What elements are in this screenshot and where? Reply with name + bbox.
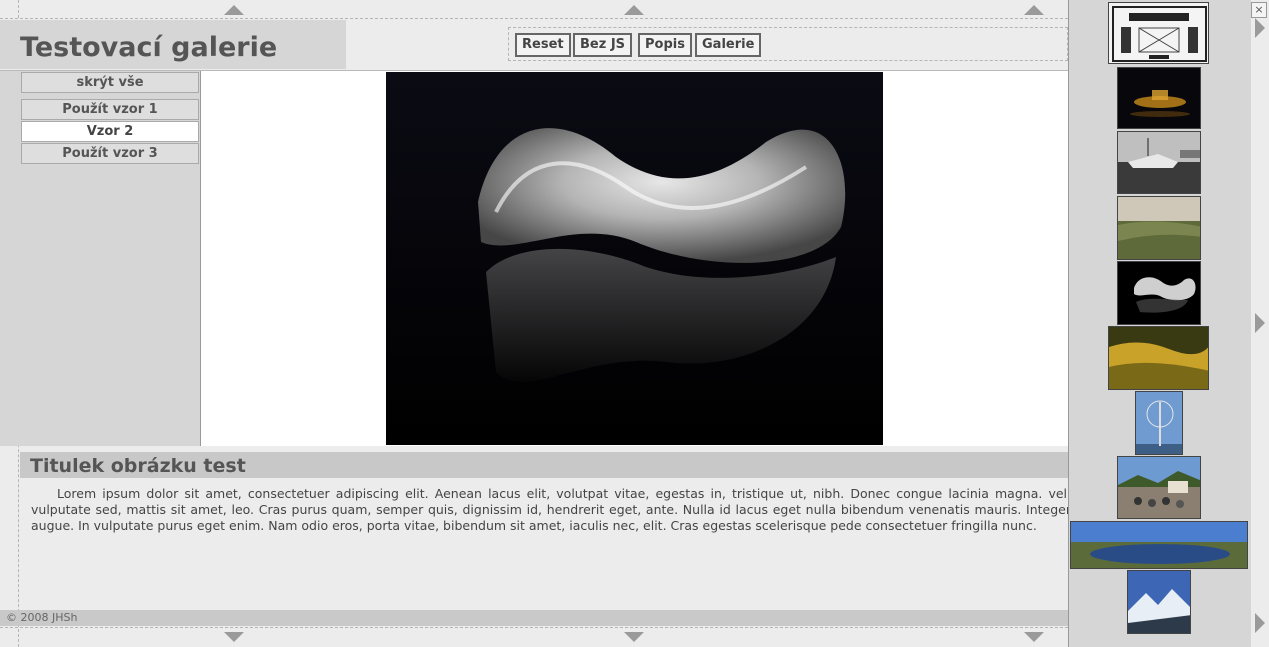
- thumbnail-landscape-hills[interactable]: [1117, 196, 1201, 260]
- thumbnail-snowy-mountains[interactable]: [1127, 570, 1191, 634]
- close-icon[interactable]: ×: [1251, 2, 1267, 18]
- scroll-down-icon[interactable]: [624, 632, 644, 642]
- copyright-text: © 2008 JHSh: [6, 611, 78, 624]
- scroll-up-icon[interactable]: [224, 5, 244, 15]
- golden-grass-image: [1109, 327, 1208, 389]
- hide-all-button[interactable]: skrýt vše: [21, 72, 199, 93]
- thumbnail-glass-sculpture[interactable]: [1117, 261, 1201, 325]
- crowd-square-image: [1118, 457, 1200, 518]
- thumbnail-boats-harbor[interactable]: [1117, 131, 1201, 194]
- scroll-right-icon[interactable]: [1255, 313, 1265, 333]
- boats-harbor-image: [1118, 132, 1200, 193]
- birch-tree-image: [1136, 392, 1182, 454]
- scroll-down-icon[interactable]: [1024, 632, 1044, 642]
- thumbnail-golden-grass[interactable]: [1108, 326, 1209, 390]
- scroll-right-icon[interactable]: [1255, 613, 1265, 633]
- test-chart-image: [1109, 3, 1208, 63]
- guide-top: [0, 18, 1068, 19]
- title-box: Testovací galerie: [0, 20, 346, 69]
- toolbar: Reset Bez JS Popis Galerie: [508, 27, 1068, 61]
- image-description: Lorem ipsum dolor sit amet, consectetuer…: [31, 486, 1071, 533]
- scroll-up-icon[interactable]: [624, 5, 644, 15]
- night-castle-image: [1118, 68, 1200, 128]
- snowy-mountains-image: [1128, 571, 1190, 633]
- scroll-down-icon[interactable]: [224, 632, 244, 642]
- glass-sculpture-thumb-image: [1118, 262, 1200, 324]
- footer: © 2008 JHSh: [0, 610, 1068, 626]
- thumbnail-birch-tree[interactable]: [1135, 391, 1183, 455]
- glass-sculpture-image: [386, 72, 883, 445]
- sidebar-item-template-3[interactable]: Použít vzor 3: [21, 143, 199, 164]
- lake-panorama-image: [1071, 522, 1247, 568]
- scroll-right-icon[interactable]: [1255, 18, 1265, 38]
- image-caption-title: Titulek obrázku test: [30, 455, 246, 477]
- guide-bottom: [0, 627, 1068, 628]
- galerie-button[interactable]: Galerie: [695, 33, 762, 57]
- caption-bar: Titulek obrázku test: [20, 452, 1068, 478]
- reset-button[interactable]: Reset: [515, 33, 571, 57]
- thumbnail-lake-panorama[interactable]: [1070, 521, 1248, 569]
- main-photo[interactable]: [386, 72, 883, 445]
- thumbnail-night-castle[interactable]: [1117, 67, 1201, 129]
- thumbnail-test-chart[interactable]: [1108, 2, 1209, 64]
- scroll-up-icon[interactable]: [1024, 5, 1044, 15]
- sidebar-item-template-2[interactable]: Vzor 2: [21, 121, 199, 142]
- page-title: Testovací galerie: [20, 32, 278, 63]
- no-js-button[interactable]: Bez JS: [573, 33, 633, 57]
- thumbnail-crowd-square[interactable]: [1117, 456, 1201, 519]
- landscape-hills-image: [1118, 197, 1200, 259]
- popis-button[interactable]: Popis: [638, 33, 692, 57]
- sidebar-item-template-1[interactable]: Použít vzor 1: [21, 99, 199, 120]
